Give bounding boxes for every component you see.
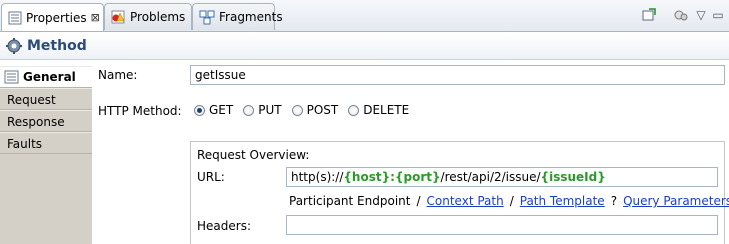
section-header: Method bbox=[0, 32, 729, 60]
close-icon[interactable]: ⊠ bbox=[91, 11, 100, 24]
radio-get-label: GET bbox=[209, 103, 234, 117]
url-issue-var: {issueId} bbox=[540, 170, 606, 184]
headers-field[interactable] bbox=[286, 215, 718, 235]
query-parameters-link[interactable]: Query Parameters bbox=[623, 194, 729, 208]
tab-fragments-label: Fragments bbox=[219, 10, 283, 24]
radio-post-dot[interactable] bbox=[291, 104, 303, 116]
http-method-label: HTTP Method: bbox=[98, 104, 182, 118]
http-method-radio-group: GET PUT POST DELETE bbox=[194, 103, 419, 117]
name-label: Name: bbox=[98, 68, 138, 82]
url-host-var: {host} bbox=[343, 170, 391, 184]
path-template-link[interactable]: Path Template bbox=[520, 194, 605, 208]
minimize-icon[interactable]: ▽ bbox=[694, 6, 708, 24]
tab-problems[interactable]: Problems bbox=[104, 3, 192, 30]
tab-fragments[interactable]: Fragments bbox=[192, 3, 283, 30]
request-overview-title: Request Overview: bbox=[197, 148, 310, 162]
view-menu-icon[interactable] bbox=[672, 6, 690, 24]
url-label: URL: bbox=[197, 170, 225, 184]
radio-delete-dot[interactable] bbox=[348, 104, 360, 116]
url-prefix: http(s):// bbox=[291, 170, 344, 184]
tab-properties-label: Properties bbox=[26, 10, 87, 25]
nav-item-request[interactable]: Request bbox=[0, 88, 92, 110]
method-gear-icon bbox=[5, 37, 23, 55]
radio-get-dot[interactable] bbox=[194, 104, 205, 116]
radio-delete-label: DELETE bbox=[363, 103, 410, 117]
separator: / bbox=[416, 194, 421, 208]
endpoint-links: Participant Endpoint / Context Path / Path T… bbox=[289, 194, 729, 208]
radio-post[interactable]: POST bbox=[291, 103, 339, 117]
fragments-icon bbox=[199, 9, 215, 25]
url-field[interactable]: http(s)://{host}:{port}/rest/api/2/issue… bbox=[286, 167, 718, 187]
maximize-icon[interactable]: ▭ bbox=[711, 6, 725, 24]
general-icon bbox=[4, 70, 20, 84]
nav-item-general-label: General bbox=[23, 70, 76, 84]
radio-put[interactable]: PUT bbox=[243, 103, 282, 117]
nav-item-faults[interactable]: Faults bbox=[0, 132, 92, 154]
separator: ? bbox=[610, 194, 618, 208]
url-port-var: {port} bbox=[394, 170, 441, 184]
context-path-link[interactable]: Context Path bbox=[427, 194, 504, 208]
radio-put-label: PUT bbox=[258, 103, 282, 117]
radio-put-dot[interactable] bbox=[243, 104, 255, 116]
page-title: Method bbox=[27, 37, 87, 54]
tab-problems-label: Problems bbox=[130, 10, 186, 24]
pin-icon[interactable] bbox=[640, 6, 658, 24]
tab-properties[interactable]: Properties ⊠ bbox=[1, 3, 104, 31]
name-field[interactable]: getIssue bbox=[190, 65, 725, 85]
url-path: /rest/api/2/issue/ bbox=[440, 170, 541, 184]
section-tabs: General Request Response Faults bbox=[0, 66, 92, 244]
nav-item-response[interactable]: Response bbox=[0, 110, 92, 132]
radio-get[interactable]: GET bbox=[194, 103, 233, 117]
problems-icon bbox=[111, 9, 126, 25]
participant-endpoint-label: Participant Endpoint bbox=[289, 194, 411, 208]
headers-label: Headers: bbox=[197, 219, 251, 233]
separator: / bbox=[509, 194, 514, 208]
radio-post-label: POST bbox=[306, 103, 339, 117]
view-tab-bar: Properties ⊠ Problems Fragments ▽ ▭ bbox=[0, 0, 729, 32]
properties-icon bbox=[8, 10, 22, 26]
nav-item-general[interactable]: General bbox=[0, 66, 92, 88]
radio-delete[interactable]: DELETE bbox=[348, 103, 409, 117]
